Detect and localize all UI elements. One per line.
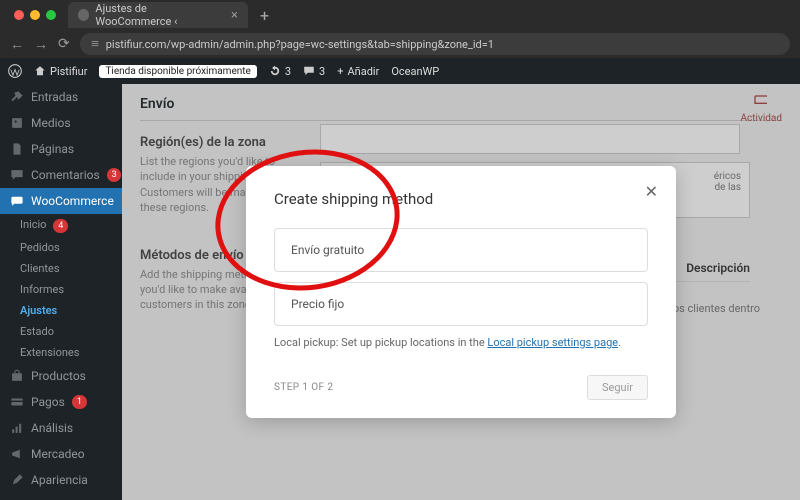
analytics-icon — [10, 421, 24, 435]
nav-reload-icon[interactable]: ⟳ — [58, 36, 70, 52]
sidebar-item-entradas[interactable]: Entradas — [0, 84, 122, 110]
sidebar-label: Pagos — [31, 395, 65, 409]
window-minimize[interactable] — [30, 10, 40, 20]
browser-chrome: Ajustes de WooCommerce ‹ × + ← → ⟳ pisti… — [0, 0, 800, 58]
modal-close-icon[interactable]: ✕ — [645, 182, 658, 201]
appearance-icon — [10, 473, 24, 487]
submenu-informes[interactable]: Informes — [0, 279, 122, 300]
count-badge: 4 — [53, 219, 68, 233]
wp-admin-bar: Pistifiur Tienda disponible próximamente… — [0, 58, 800, 84]
products-icon — [10, 369, 24, 383]
sidebar-label: Apariencia — [31, 473, 88, 487]
sidebar-item-analisis[interactable]: Análisis — [0, 415, 122, 441]
add-new-label: Añadir — [347, 65, 379, 78]
submenu-extensiones[interactable]: Extensiones — [0, 342, 122, 363]
browser-tab[interactable]: Ajustes de WooCommerce ‹ × — [68, 2, 248, 28]
tab-bar: Ajustes de WooCommerce ‹ × + — [0, 0, 800, 30]
sidebar-label: Productos — [31, 369, 86, 383]
sidebar-label: Análisis — [31, 421, 73, 435]
local-pickup-helper: Local pickup: Set up pickup locations in… — [274, 336, 648, 349]
local-pickup-link[interactable]: Local pickup settings page — [487, 336, 618, 349]
sidebar-item-comentarios[interactable]: Comentarios 3 — [0, 162, 122, 188]
create-shipping-method-modal: ✕ Create shipping method Envío gratuito … — [246, 166, 676, 418]
url-text: pistifiur.com/wp-admin/admin.php?page=wc… — [106, 38, 494, 51]
tab-close-icon[interactable]: × — [231, 8, 238, 23]
new-tab-button[interactable]: + — [254, 6, 275, 25]
sidebar-item-pagos[interactable]: Pagos 1 — [0, 389, 122, 415]
step-indicator: STEP 1 OF 2 — [274, 382, 333, 393]
tab-favicon — [78, 9, 89, 21]
updates-count: 3 — [285, 65, 291, 78]
modal-title: Create shipping method — [274, 190, 648, 208]
store-notice-badge[interactable]: Tienda disponible próximamente — [99, 65, 256, 78]
next-button[interactable]: Seguir — [587, 375, 648, 400]
wordpress-icon — [8, 64, 22, 78]
pin-icon — [10, 90, 24, 104]
shipping-option-free[interactable]: Envío gratuito — [274, 228, 648, 272]
modal-overlay: ✕ Create shipping method Envío gratuito … — [122, 84, 800, 500]
wp-logo[interactable] — [8, 64, 22, 78]
sidebar-item-paginas[interactable]: Páginas — [0, 136, 122, 162]
sidebar-label: Medios — [31, 116, 71, 130]
comment-icon — [303, 65, 315, 77]
submenu-estado[interactable]: Estado — [0, 321, 122, 342]
sidebar-label: Mercadeo — [31, 447, 85, 461]
marketing-icon — [10, 447, 24, 461]
add-new-link[interactable]: + Añadir — [337, 65, 379, 78]
nav-forward-icon[interactable]: → — [34, 36, 48, 53]
woocommerce-icon — [10, 194, 24, 208]
site-settings-icon — [90, 39, 100, 49]
sidebar-item-woocommerce[interactable]: WooCommerce — [0, 188, 122, 214]
home-icon — [34, 65, 46, 77]
window-maximize[interactable] — [46, 10, 56, 20]
submenu-pedidos[interactable]: Pedidos — [0, 237, 122, 258]
window-close[interactable] — [14, 10, 24, 20]
sidebar-label: WooCommerce — [31, 194, 114, 208]
page-icon — [10, 142, 24, 156]
updates-link[interactable]: 3 — [269, 65, 291, 78]
sidebar-item-mercadeo[interactable]: Mercadeo — [0, 441, 122, 467]
url-field[interactable]: pistifiur.com/wp-admin/admin.php?page=wc… — [80, 33, 790, 55]
window-controls — [8, 10, 62, 20]
payments-icon — [10, 395, 24, 409]
submenu-ajustes[interactable]: Ajustes — [0, 300, 122, 321]
media-icon — [10, 116, 24, 130]
comments-link[interactable]: 3 — [303, 65, 325, 78]
submenu-inicio[interactable]: Inicio 4 — [0, 214, 122, 237]
plus-icon: + — [337, 65, 343, 78]
count-badge: 3 — [107, 168, 121, 182]
site-name: Pistifiur — [50, 65, 87, 78]
address-bar: ← → ⟳ pistifiur.com/wp-admin/admin.php?p… — [0, 30, 800, 58]
shipping-option-flat[interactable]: Precio fijo — [274, 282, 648, 326]
nav-back-icon[interactable]: ← — [10, 36, 24, 53]
tab-title: Ajustes de WooCommerce ‹ — [95, 2, 225, 28]
sidebar-item-productos[interactable]: Productos — [0, 363, 122, 389]
sidebar-label: Comentarios — [31, 168, 100, 182]
submenu-clientes[interactable]: Clientes — [0, 258, 122, 279]
site-home-link[interactable]: Pistifiur — [34, 65, 87, 78]
content-area: Actividad Envío Región(es) de la zona Li… — [122, 84, 800, 500]
theme-link[interactable]: OceanWP — [391, 65, 439, 78]
admin-sidebar: Entradas Medios Páginas Comentarios 3 Wo… — [0, 84, 122, 500]
comments-count: 3 — [319, 65, 325, 78]
comment-icon — [10, 168, 24, 182]
sidebar-item-apariencia[interactable]: Apariencia — [0, 467, 122, 493]
sidebar-item-medios[interactable]: Medios — [0, 110, 122, 136]
count-badge: 1 — [72, 395, 87, 409]
sidebar-label: Páginas — [31, 142, 74, 156]
sidebar-label: Entradas — [31, 90, 78, 104]
updates-icon — [269, 65, 281, 77]
